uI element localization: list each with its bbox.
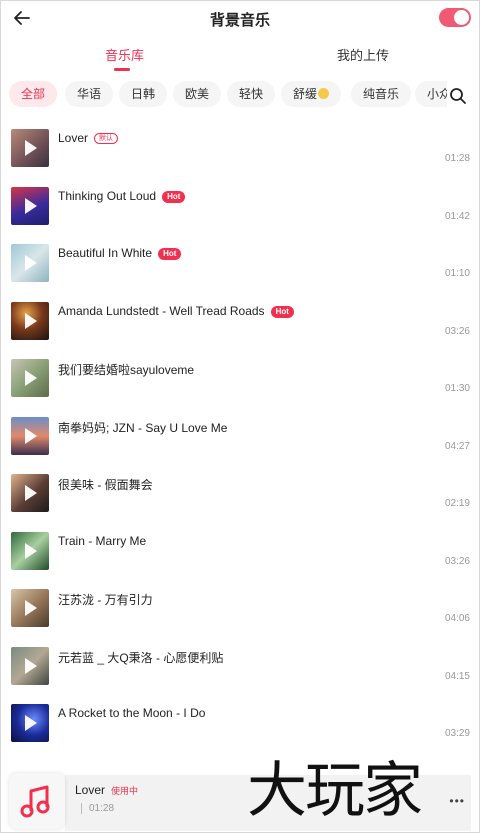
- song-title: 我们要结婚啦sayuloveme: [58, 361, 194, 378]
- chip-instrumental[interactable]: 纯音乐: [351, 81, 412, 107]
- song-row[interactable]: Lover 默认 01:28: [1, 119, 479, 176]
- play-icon: [25, 657, 37, 674]
- album-cover: [11, 186, 49, 225]
- watermark-logo: 大玩家: [247, 756, 423, 826]
- song-duration: 01:42: [444, 210, 470, 222]
- album-cover: [11, 704, 49, 742]
- play-icon: [25, 715, 37, 731]
- song-row[interactable]: 很美味 - 假面舞会 02:19: [1, 464, 479, 521]
- song-duration: 02:19: [444, 498, 470, 509]
- play-icon: [25, 197, 37, 214]
- play-icon: [25, 140, 37, 156]
- song-row[interactable]: Train - Marry Me 03:26: [1, 522, 479, 579]
- song-duration: 03:26: [444, 555, 470, 567]
- chip-upbeat[interactable]: 轻快: [227, 81, 276, 107]
- song-title-text: 元若蓝 _ 大Q秉洛 - 心愿便利贴: [58, 650, 224, 665]
- chip-western[interactable]: 欧美: [173, 81, 222, 107]
- song-duration: 04:06: [444, 613, 470, 624]
- song-title: 元若蓝 _ 大Q秉洛 - 心愿便利贴: [58, 649, 223, 666]
- category-filter-bar: 全部 华语 日韩 欧美 轻快 舒缓 纯音乐 小众: [9, 81, 447, 109]
- tab-music-library[interactable]: 音乐库: [105, 45, 144, 64]
- now-playing-time: 01:28: [89, 803, 115, 814]
- song-duration: 03:29: [444, 728, 470, 739]
- song-title: 南拳妈妈; JZN - Say U Love Me: [58, 419, 227, 436]
- song-title-text: 南拳妈妈; JZN - Say U Love Me: [58, 420, 228, 435]
- album-cover: [11, 359, 49, 397]
- chip-all[interactable]: 全部: [9, 81, 58, 107]
- play-icon: [25, 255, 37, 271]
- smiley-sun-icon: [318, 88, 330, 99]
- song-row[interactable]: 南拳妈妈; JZN - Say U Love Me 04:27: [1, 407, 479, 464]
- play-icon: [25, 312, 37, 329]
- song-title: Thinking Out Loud Hot: [58, 188, 186, 203]
- album-cover: [11, 301, 49, 340]
- album-cover: [11, 531, 49, 570]
- chip-jpkr[interactable]: 日韩: [119, 81, 168, 107]
- song-title: 汪苏泷 - 万有引力: [58, 591, 153, 608]
- song-duration: 04:27: [444, 440, 470, 452]
- song-row[interactable]: A Rocket to the Moon - I Do 03:29: [1, 694, 479, 751]
- chip-chinese[interactable]: 华语: [65, 81, 114, 107]
- active-tab-indicator: [114, 68, 130, 71]
- search-icon[interactable]: [449, 87, 467, 105]
- song-title-text: 我们要结婚啦sayuloveme: [58, 363, 195, 377]
- hot-badge: Hot: [162, 190, 186, 203]
- song-title-text: A Rocket to the Moon - I Do: [58, 706, 206, 720]
- album-cover: [11, 129, 49, 167]
- song-row[interactable]: 元若蓝 _ 大Q秉洛 - 心愿便利贴 04:15: [1, 637, 479, 694]
- song-title: 很美味 - 假面舞会: [58, 476, 153, 493]
- tab-my-uploads[interactable]: 我的上传: [337, 45, 389, 64]
- album-cover: [11, 589, 49, 627]
- hot-badge: Hot: [270, 305, 294, 318]
- song-title-text: Beautiful In White: [58, 246, 153, 260]
- album-cover: [11, 416, 49, 455]
- chip-niche[interactable]: 小众: [415, 81, 447, 107]
- hot-badge: Hot: [158, 248, 182, 260]
- song-row[interactable]: Amanda Lundstedt - Well Tread Roads Hot 0…: [1, 292, 479, 349]
- default-badge: 默认: [94, 133, 119, 144]
- song-title: Amanda Lundstedt - Well Tread Roads Hot: [58, 304, 294, 318]
- album-cover: [11, 244, 49, 282]
- song-duration: 03:26: [444, 325, 470, 337]
- song-title: Beautiful In White Hot: [58, 246, 182, 260]
- song-row[interactable]: 汪苏泷 - 万有引力 04:06: [1, 579, 479, 636]
- album-cover: [11, 646, 49, 685]
- song-title-text: Train - Marry Me: [58, 533, 147, 548]
- song-row[interactable]: Beautiful In White Hot 01:10: [1, 234, 479, 291]
- song-title-text: Thinking Out Loud: [58, 188, 157, 203]
- play-icon: [25, 600, 37, 616]
- toggle-knob: [454, 10, 469, 25]
- song-title-text: 很美味 - 假面舞会: [58, 478, 153, 492]
- song-title: Train - Marry Me: [58, 534, 146, 548]
- chip-soothing[interactable]: 舒缓: [281, 81, 342, 107]
- more-options-button[interactable]: •••: [449, 794, 465, 808]
- song-row[interactable]: Thinking Out Loud Hot 01:42: [1, 177, 479, 234]
- song-duration: 01:30: [444, 383, 470, 394]
- song-title: Lover 默认: [58, 131, 119, 145]
- song-title: A Rocket to the Moon - I Do: [58, 706, 205, 720]
- in-use-label: 使用中: [111, 786, 139, 796]
- page-title: 背景音乐: [209, 12, 270, 29]
- top-bar: 背景音乐: [1, 1, 479, 37]
- play-icon: [25, 485, 37, 501]
- play-icon: [25, 370, 37, 386]
- song-title-text: 汪苏泷 - 万有引力: [58, 593, 153, 607]
- song-row[interactable]: 我们要结婚啦sayuloveme 01:30: [1, 349, 479, 406]
- divider: [81, 803, 82, 814]
- play-icon: [25, 542, 37, 559]
- song-duration: 01:28: [444, 153, 470, 164]
- play-icon: [25, 427, 37, 444]
- background-music-page: 背景音乐 音乐库 我的上传 全部 华语 日韩 欧美 轻快 舒缓 纯音乐 小众 L…: [0, 0, 480, 833]
- song-duration: 01:10: [444, 268, 470, 279]
- now-playing-title: Lover: [75, 783, 106, 797]
- music-note-icon: [9, 773, 65, 829]
- song-title-text: Amanda Lundstedt - Well Tread Roads: [58, 303, 265, 318]
- song-title-text: Lover: [58, 131, 89, 145]
- album-cover: [11, 474, 49, 512]
- tab-bar: 音乐库 我的上传: [1, 45, 479, 73]
- music-toggle[interactable]: [439, 8, 471, 27]
- chip-soothing-label: 舒缓: [293, 87, 318, 101]
- song-duration: 04:15: [444, 670, 470, 682]
